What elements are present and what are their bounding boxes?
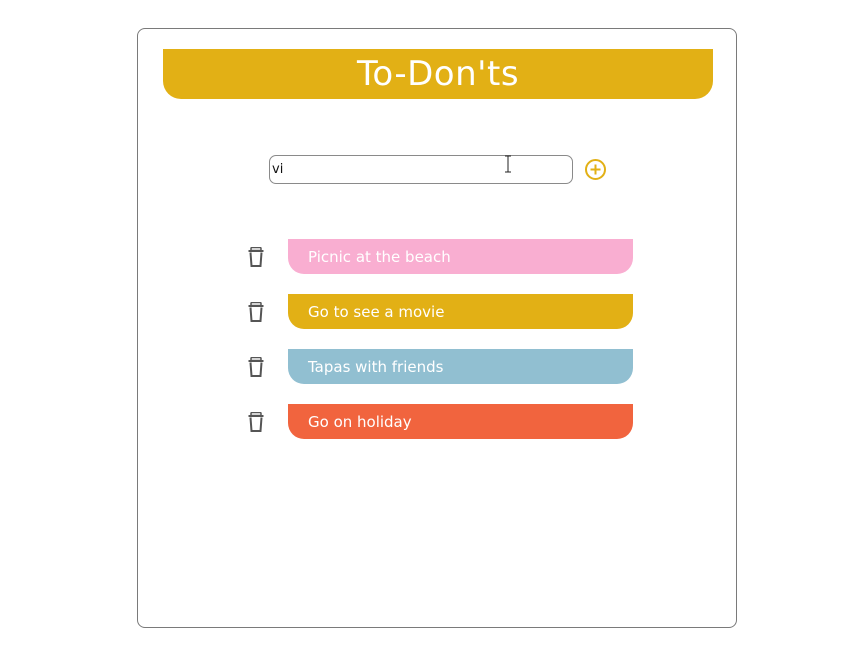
todo-list: Picnic at the beach Go to see a movie Ta…	[243, 239, 643, 459]
trash-icon	[248, 411, 264, 432]
delete-button[interactable]	[247, 411, 265, 432]
todo-card: To-Don'ts Picnic at the	[137, 28, 737, 628]
text-cursor-icon	[505, 155, 511, 173]
list-item: Go to see a movie	[243, 294, 643, 329]
todo-label: Go to see a movie	[308, 302, 445, 321]
plus-circle-icon	[585, 159, 606, 180]
delete-button[interactable]	[247, 246, 265, 267]
list-item: Go on holiday	[243, 404, 643, 439]
todo-label: Picnic at the beach	[308, 247, 451, 266]
todo-pill[interactable]: Go on holiday	[288, 404, 633, 439]
app-header: To-Don'ts	[163, 49, 713, 99]
trash-icon	[248, 301, 264, 322]
app-title: To-Don'ts	[356, 54, 520, 94]
todo-label: Go on holiday	[308, 412, 412, 431]
delete-button[interactable]	[247, 301, 265, 322]
trash-icon	[248, 356, 264, 377]
todo-pill[interactable]: Go to see a movie	[288, 294, 633, 329]
todo-pill[interactable]: Tapas with friends	[288, 349, 633, 384]
todo-label: Tapas with friends	[308, 357, 444, 376]
list-item: Tapas with friends	[243, 349, 643, 384]
add-button[interactable]	[584, 158, 607, 181]
trash-icon	[248, 246, 264, 267]
todo-pill[interactable]: Picnic at the beach	[288, 239, 633, 274]
delete-button[interactable]	[247, 356, 265, 377]
add-todo-row	[269, 155, 609, 185]
list-item: Picnic at the beach	[243, 239, 643, 274]
todo-input[interactable]	[269, 155, 573, 184]
